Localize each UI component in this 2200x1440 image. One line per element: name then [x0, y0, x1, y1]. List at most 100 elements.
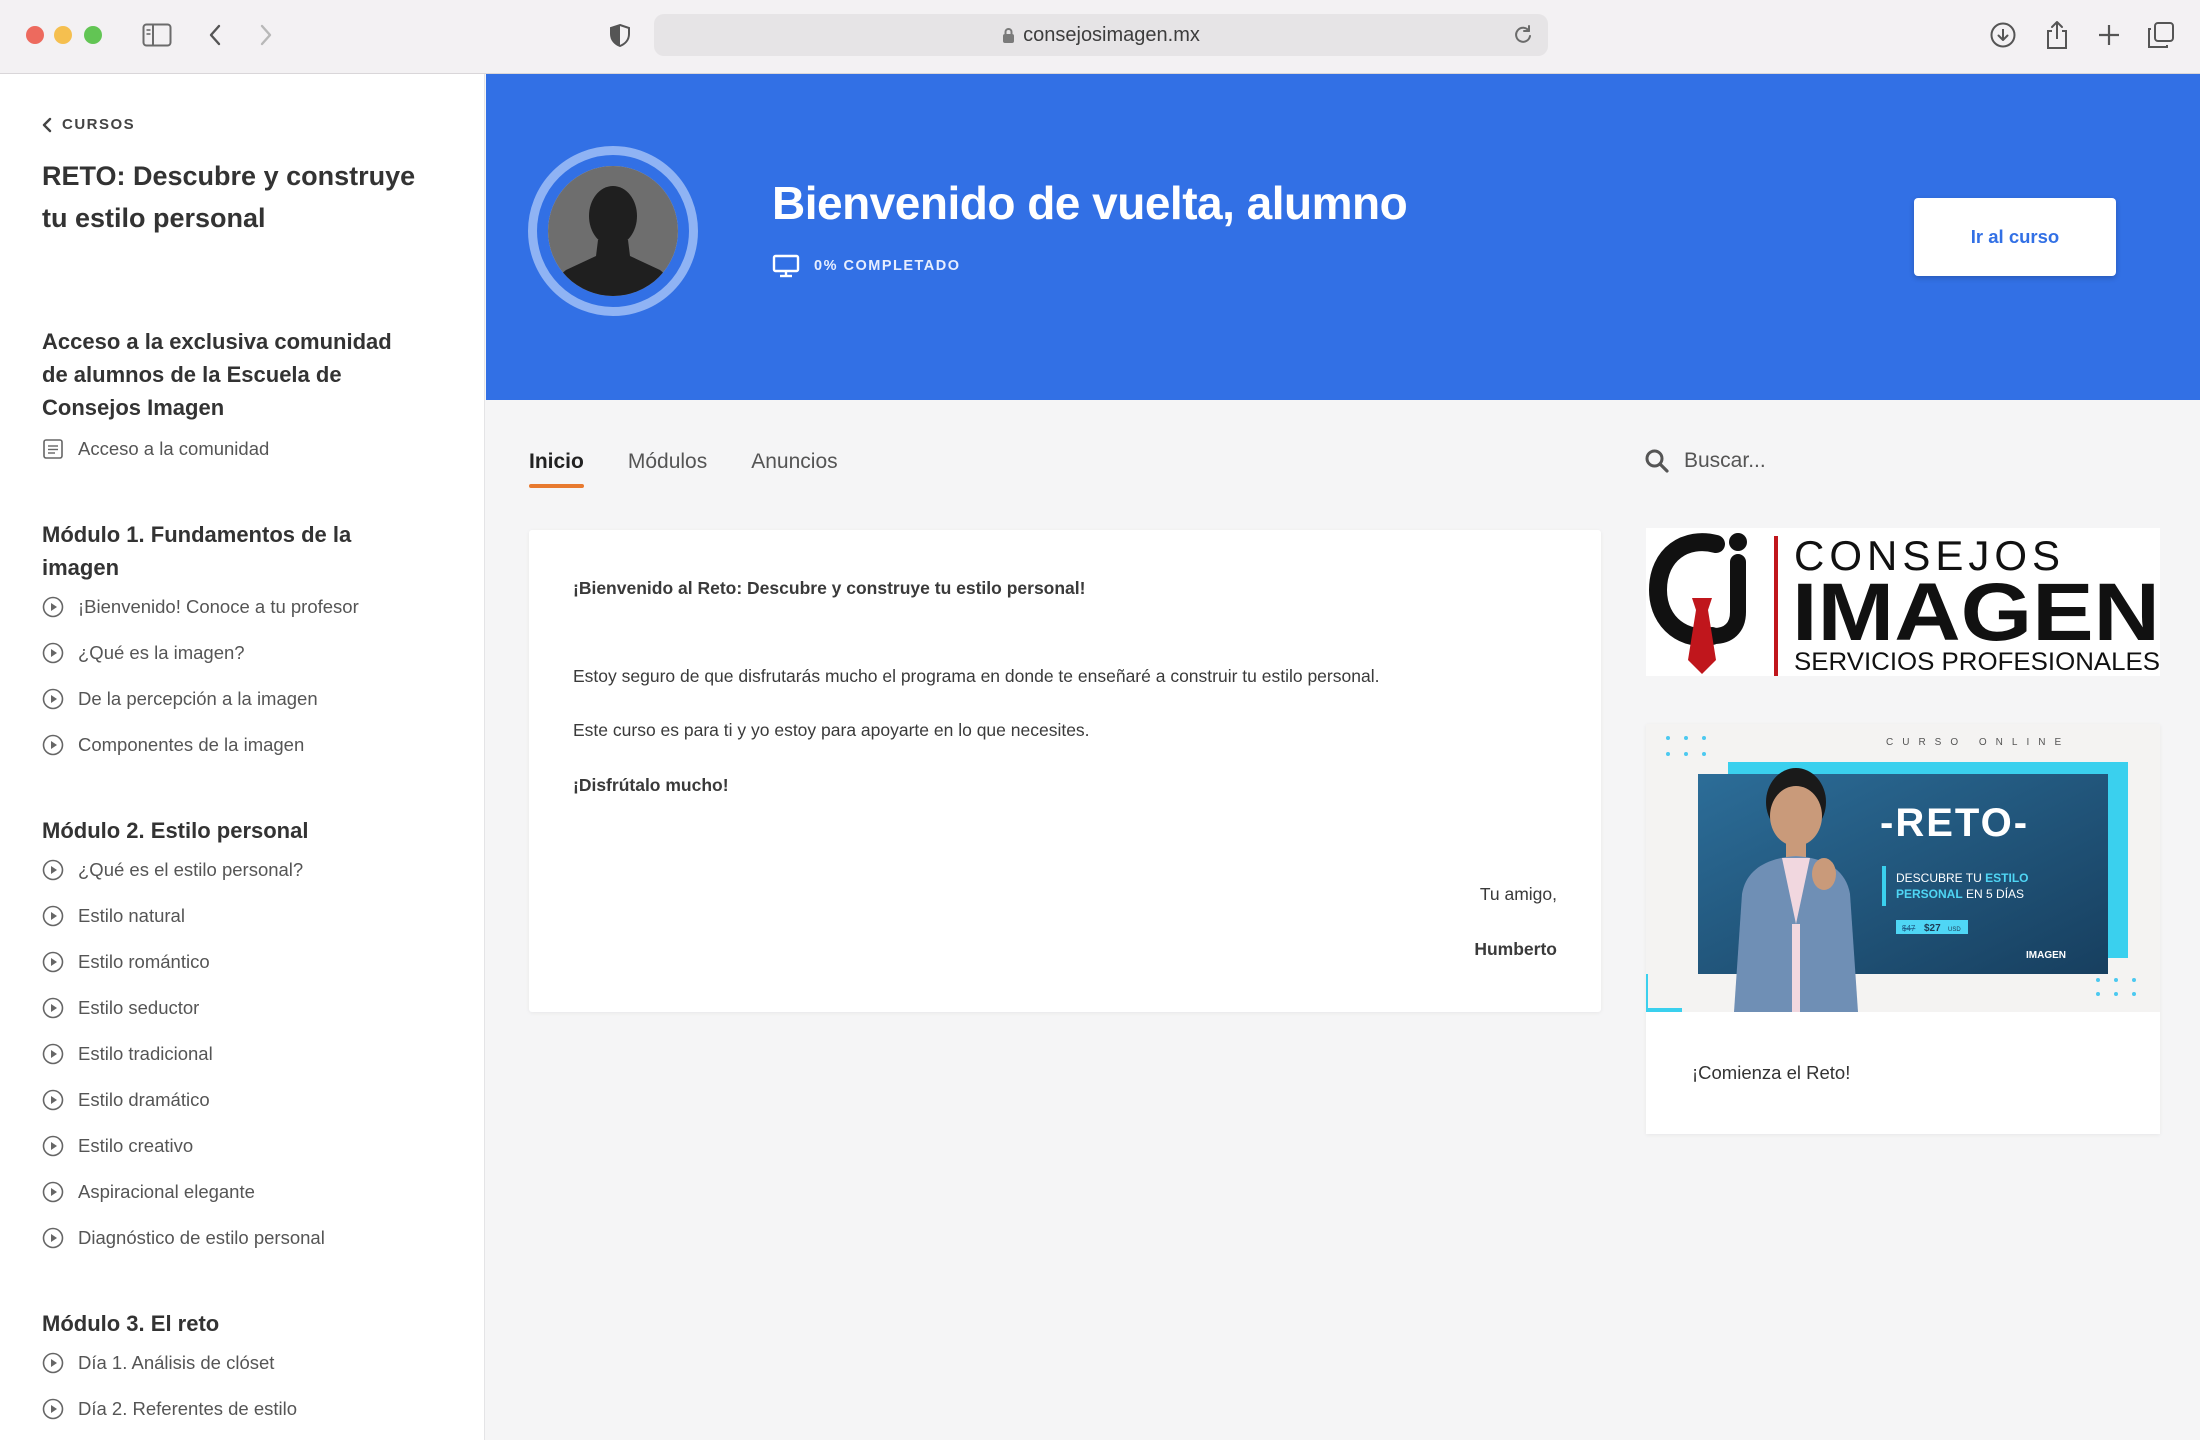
lesson-item[interactable]: ¡Bienvenido! Conoce a tu profesor [42, 584, 442, 630]
avatar [528, 146, 698, 316]
tab-modulos[interactable]: Módulos [628, 450, 707, 488]
lesson-label: De la percepción a la imagen [78, 688, 318, 709]
lesson-label: Estilo seductor [78, 997, 200, 1018]
welcome-card-closing: ¡Disfrútalo mucho! [573, 775, 729, 795]
back-arrow-icon[interactable] [198, 18, 232, 52]
welcome-banner: Bienvenido de vuelta, alumno 0% COMPLETA… [486, 74, 2200, 400]
minimize-window-button[interactable] [54, 26, 72, 44]
lock-icon [1003, 27, 1015, 43]
play-icon [42, 1398, 64, 1420]
promo-badge: IMAGEN [2026, 950, 2066, 961]
welcome-message-card: ¡Bienvenido al Reto: Descubre y construy… [529, 530, 1601, 1012]
course-progress: 0% COMPLETADO [772, 254, 961, 278]
lesson-item[interactable]: Día 3. Outfit neutro + estilo personal [42, 1432, 442, 1440]
lesson-item[interactable]: De la percepción a la imagen [42, 676, 442, 722]
share-icon[interactable] [2040, 18, 2074, 52]
browser-toolbar: consejosimagen.mx [0, 0, 2200, 74]
lesson-item[interactable]: Aspiracional elegante [42, 1169, 442, 1215]
promo-subtitle-accent: ESTILO [1985, 871, 2028, 885]
promo-kicker: CURSO ONLINE [1886, 737, 2070, 748]
tab-anuncios[interactable]: Anuncios [751, 450, 837, 488]
lesson-label: Componentes de la imagen [78, 734, 305, 755]
module-list: Acceso a la exclusiva comunidad de alumn… [42, 325, 442, 1440]
course-title: RETO: Descubre y construye tu estilo per… [42, 161, 416, 233]
play-icon [42, 905, 64, 927]
svg-text:DESCUBRE TU ESTILO: DESCUBRE TU ESTILO [1896, 871, 2028, 885]
module-section: Módulo 2. Estilo personal ¿Qué es el esti… [42, 814, 442, 1261]
address-bar[interactable]: consejosimagen.mx [654, 14, 1548, 56]
lesson-label: Aspiracional elegante [78, 1181, 255, 1202]
search-placeholder: Buscar... [1684, 449, 1766, 472]
module-section: Módulo 1. Fundamentos de la imagen ¡Bienv… [42, 518, 442, 768]
close-window-button[interactable] [26, 26, 44, 44]
lesson-label: Estilo tradicional [78, 1043, 213, 1064]
lesson-item[interactable]: Día 1. Análisis de clóset [42, 1340, 442, 1386]
play-icon [42, 1352, 64, 1374]
logo-line-2: IMAGEN [1792, 567, 2160, 658]
module-section: Módulo 3. El reto Día 1. Análisis de clós… [42, 1307, 442, 1440]
lesson-item[interactable]: ¿Qué es el estilo personal? [42, 847, 442, 893]
welcome-heading: Bienvenido de vuelta, alumno [772, 177, 1408, 229]
lesson-item[interactable]: Estilo natural [42, 893, 442, 939]
svg-text:PERSONAL EN 5 DÍAS: PERSONAL EN 5 DÍAS [1896, 886, 2024, 901]
search-input[interactable]: Buscar... [1644, 448, 1766, 474]
lesson-label: Estilo romántico [78, 951, 210, 972]
play-icon [42, 734, 64, 756]
play-icon [42, 642, 64, 664]
module-title: Módulo 3. El reto [42, 1311, 220, 1336]
welcome-card-signoff: Tu amigo, [1479, 884, 1557, 904]
lesson-item[interactable]: Estilo dramático [42, 1077, 442, 1123]
module-title: Acceso a la exclusiva comunidad de alumn… [42, 329, 392, 420]
course-sidebar: CURSOS RETO: Descubre y construye tu est… [0, 74, 485, 1440]
go-to-course-button[interactable]: Ir al curso [1914, 198, 2116, 276]
tab-inicio[interactable]: Inicio [529, 450, 584, 488]
lesson-item[interactable]: Diagnóstico de estilo personal [42, 1215, 442, 1261]
lesson-item[interactable]: Estilo seductor [42, 985, 442, 1031]
logo-line-3: SERVICIOS PROFESIONALES [1794, 648, 2160, 676]
lesson-item[interactable]: Estilo tradicional [42, 1031, 442, 1077]
reload-icon[interactable] [1512, 23, 1534, 51]
lesson-item[interactable]: Día 2. Referentes de estilo [42, 1386, 442, 1432]
play-icon [42, 859, 64, 881]
promo-currency: USD [1948, 927, 1961, 933]
lesson-label: ¿Qué es la imagen? [78, 642, 245, 663]
lesson-item[interactable]: Componentes de la imagen [42, 722, 442, 768]
module-title: Módulo 2. Estilo personal [42, 818, 309, 843]
lesson-item[interactable]: Estilo creativo [42, 1123, 442, 1169]
url-text: consejosimagen.mx [1023, 23, 1200, 46]
forward-arrow-icon[interactable] [249, 18, 283, 52]
back-to-courses-link[interactable]: CURSOS [42, 116, 442, 133]
user-silhouette-icon [548, 166, 678, 296]
search-icon [1645, 449, 1669, 473]
tab-overview-icon[interactable] [2144, 18, 2178, 52]
sidebar-toggle-icon[interactable] [140, 18, 174, 52]
zoom-window-button[interactable] [84, 26, 102, 44]
welcome-card-paragraph: Estoy seguro de que disfrutarás mucho el… [573, 666, 1380, 686]
promo-subtitle-accent: PERSONAL [1896, 887, 1963, 901]
privacy-shield-icon[interactable] [603, 18, 637, 52]
play-icon [42, 596, 64, 618]
promo-subtitle: DESCUBRE TU [1896, 871, 1985, 885]
play-icon [42, 1043, 64, 1065]
lesson-label: Día 1. Análisis de clóset [78, 1352, 275, 1373]
promo-banner[interactable]: CURSO ONLINE -RETO- DESCUBRE TU ESTILO P… [1646, 724, 2160, 1012]
promo-cta-link[interactable]: ¡Comienza el Reto! [1692, 1062, 1850, 1084]
lesson-item[interactable]: Acceso a la comunidad [42, 426, 442, 472]
download-icon[interactable] [1986, 18, 2020, 52]
lesson-item[interactable]: ¿Qué es la imagen? [42, 630, 442, 676]
lesson-label: Día 2. Referentes de estilo [78, 1398, 298, 1419]
play-icon [42, 1227, 64, 1249]
lesson-label: Estilo creativo [78, 1135, 194, 1156]
lesson-item[interactable]: Estilo romántico [42, 939, 442, 985]
play-icon [42, 1089, 64, 1111]
welcome-card-heading: ¡Bienvenido al Reto: Descubre y construy… [573, 578, 1086, 598]
back-label: CURSOS [62, 116, 136, 133]
promo-subtitle: EN 5 DÍAS [1963, 886, 2024, 901]
promo-price: $27 [1924, 923, 1941, 934]
module-title: Módulo 1. Fundamentos de la imagen [42, 522, 352, 580]
promo-card[interactable]: CURSO ONLINE -RETO- DESCUBRE TU ESTILO P… [1646, 724, 2160, 1134]
lesson-label: Diagnóstico de estilo personal [78, 1227, 325, 1248]
new-tab-icon[interactable] [2092, 18, 2126, 52]
lesson-label: Estilo dramático [78, 1089, 210, 1110]
play-icon [42, 1181, 64, 1203]
